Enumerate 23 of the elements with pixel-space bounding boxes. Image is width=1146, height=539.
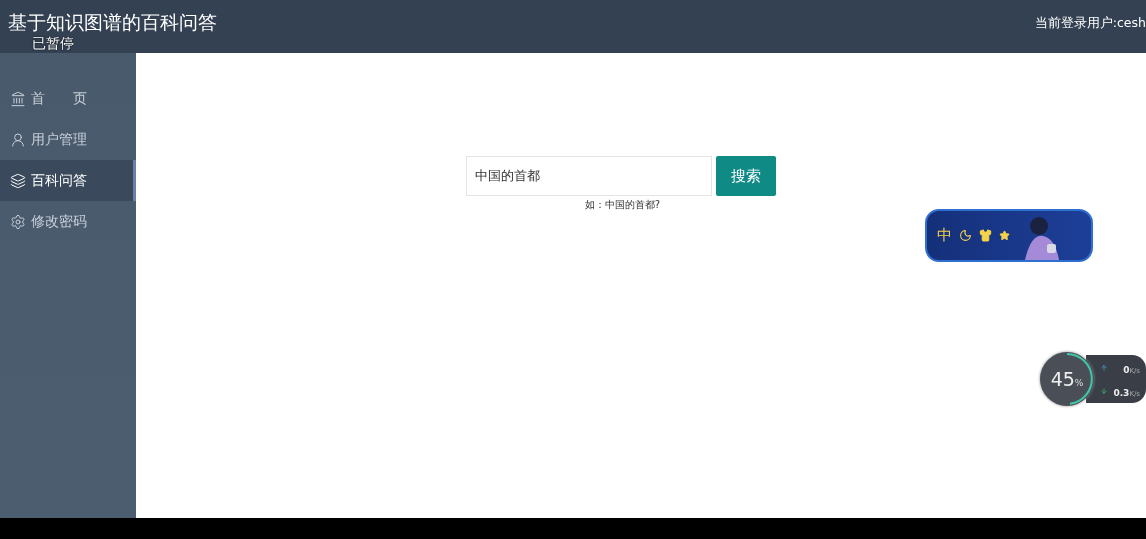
sidebar-item[interactable]: 修改密码 (0, 201, 136, 242)
layers-icon (10, 172, 26, 189)
recording-status: 已暂停 (32, 35, 74, 53)
usage-unit: % (1074, 377, 1084, 388)
sidebar-item[interactable]: 首 页 (0, 78, 136, 119)
ime-toolbar[interactable]: 中 (925, 209, 1093, 262)
search-button[interactable]: 搜索 (715, 156, 776, 196)
usage-value: 45 (1050, 368, 1075, 390)
moon-icon[interactable] (959, 229, 972, 242)
sidebar-item[interactable]: 用户管理 (0, 119, 136, 160)
search-field[interactable]: 中国的首都 (465, 156, 712, 196)
sidebar-item[interactable]: 百科问答 (0, 160, 136, 201)
star-icon[interactable] (999, 230, 1010, 241)
app-title: 基于知识图谱的百科问答 (8, 10, 217, 35)
settings-icon (10, 213, 26, 230)
download-icon (1100, 386, 1108, 395)
shirt-icon[interactable] (979, 229, 992, 242)
upload-icon (1100, 363, 1108, 372)
input-mode[interactable]: 中 (937, 226, 952, 245)
current-user: 当前登录用户:cesh (1034, 15, 1146, 32)
search-hint: 如：中国的首都? (584, 198, 661, 212)
user-icon (10, 131, 26, 148)
bank-icon (10, 90, 26, 107)
